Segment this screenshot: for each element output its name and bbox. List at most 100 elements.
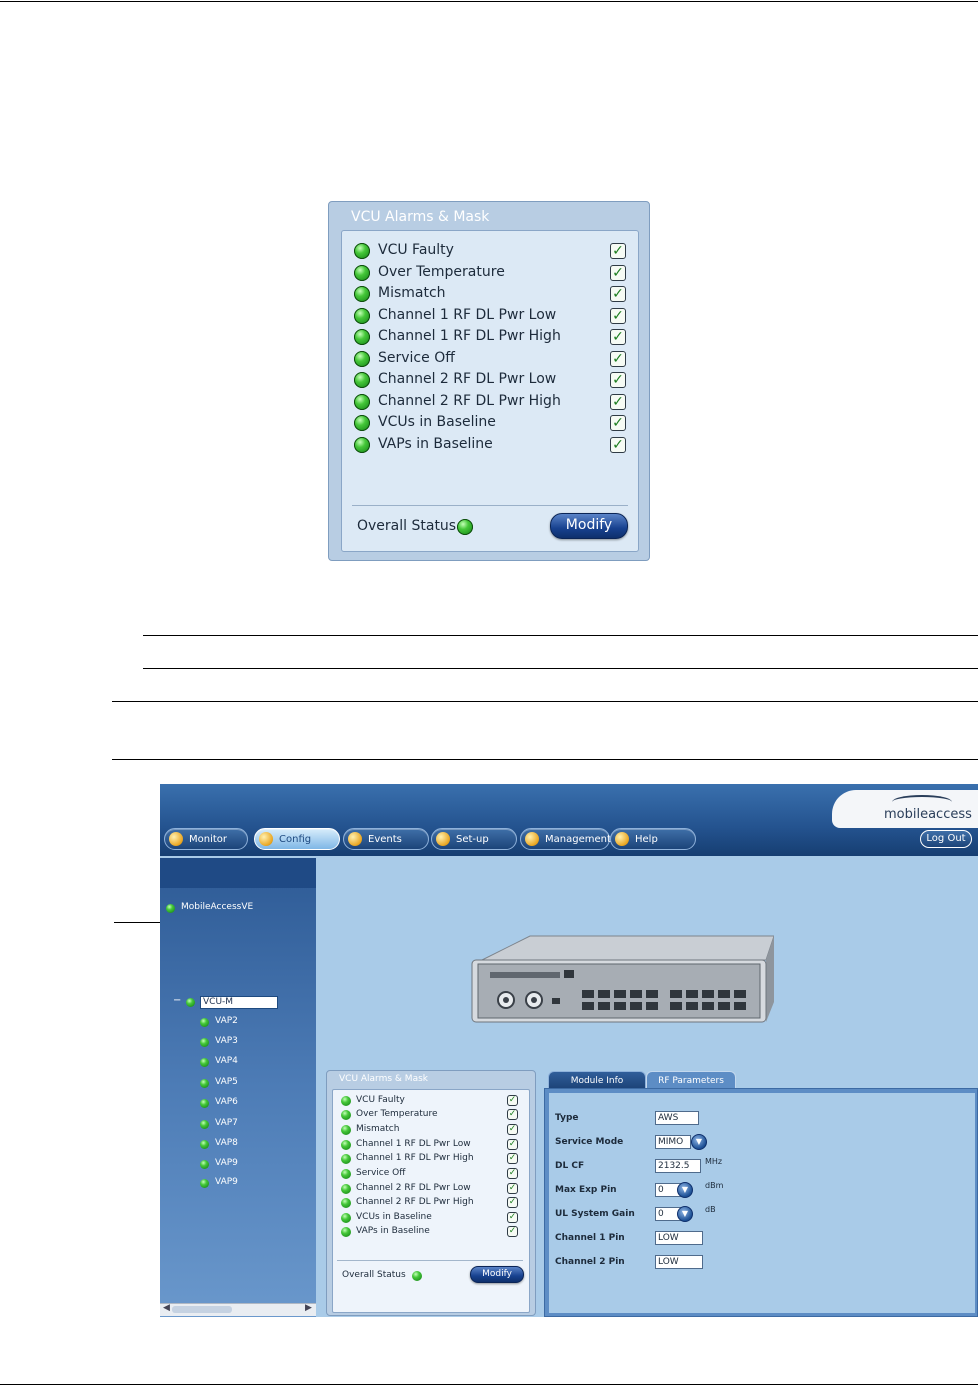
mask-checkbox[interactable]: ✓ bbox=[507, 1183, 518, 1194]
channel-1-pin-label: Channel 1 Pin bbox=[555, 1233, 625, 1243]
status-led-icon bbox=[200, 1018, 209, 1027]
alarm-row: Mismatch ✓ bbox=[354, 284, 626, 304]
chevron-down-icon[interactable]: ▼ bbox=[691, 1134, 707, 1150]
status-led-icon bbox=[200, 1099, 209, 1108]
alarm-list: VCU Faulty ✓ Over Temperature ✓ Mismatch… bbox=[341, 230, 639, 552]
status-led-icon bbox=[354, 265, 370, 281]
alarm-row: Channel 2 RF DL Pwr Low ✓ bbox=[354, 370, 626, 390]
tree-label: VCU-M bbox=[203, 997, 234, 1007]
mask-checkbox[interactable]: ✓ bbox=[507, 1153, 518, 1164]
mask-checkbox[interactable]: ✓ bbox=[507, 1168, 518, 1179]
management-icon bbox=[525, 832, 539, 846]
tab-rf-parameters[interactable]: RF Parameters bbox=[646, 1071, 736, 1089]
status-led-icon bbox=[354, 243, 370, 259]
status-led-icon bbox=[200, 1179, 209, 1188]
mask-checkbox[interactable]: ✓ bbox=[507, 1095, 518, 1106]
mask-checkbox[interactable]: ✓ bbox=[507, 1212, 518, 1223]
tree-label: VAP4 bbox=[215, 1056, 238, 1066]
tab-label: Config bbox=[279, 834, 312, 845]
setup-tools-icon bbox=[436, 832, 450, 846]
dl-cf-field[interactable]: 2132.5 bbox=[655, 1159, 701, 1173]
status-led-icon bbox=[354, 308, 370, 324]
collapse-icon[interactable]: − bbox=[173, 996, 181, 1006]
service-mode-select[interactable]: MIMO bbox=[655, 1135, 691, 1149]
tree-label: VAP7 bbox=[215, 1118, 238, 1128]
channel-2-pin-field[interactable]: LOW bbox=[655, 1255, 703, 1269]
mask-checkbox[interactable]: ✓ bbox=[610, 394, 626, 410]
alarm-row: Service Off ✓ bbox=[341, 1167, 521, 1181]
sidebar-tree: MobileAccessVE − VCU-M VAP2 VAP3 VAP4 VA… bbox=[160, 858, 316, 1317]
alarm-label: Channel 2 RF DL Pwr Low bbox=[378, 371, 557, 387]
tab-setup[interactable]: Set-up bbox=[431, 828, 517, 850]
channel-1-pin-field[interactable]: LOW bbox=[655, 1231, 703, 1245]
status-led-icon bbox=[341, 1125, 351, 1135]
status-led-icon bbox=[354, 415, 370, 431]
alarm-row: VAPs in Baseline ✓ bbox=[354, 435, 626, 455]
alarm-label: VAPs in Baseline bbox=[356, 1226, 430, 1236]
alarm-row: VCUs in Baseline ✓ bbox=[354, 413, 626, 433]
wrench-icon bbox=[259, 832, 273, 846]
mask-checkbox[interactable]: ✓ bbox=[610, 329, 626, 345]
alarm-row: VAPs in Baseline ✓ bbox=[341, 1225, 521, 1239]
mask-checkbox[interactable]: ✓ bbox=[610, 351, 626, 367]
tab-label: Events bbox=[368, 834, 402, 845]
mask-checkbox[interactable]: ✓ bbox=[507, 1109, 518, 1120]
mask-checkbox[interactable]: ✓ bbox=[610, 308, 626, 324]
mask-checkbox[interactable]: ✓ bbox=[610, 415, 626, 431]
mask-checkbox[interactable]: ✓ bbox=[610, 437, 626, 453]
tree-item-vcu-m[interactable]: VCU-M bbox=[200, 996, 278, 1009]
logout-button[interactable]: Log Out bbox=[920, 830, 972, 848]
status-led-icon bbox=[186, 998, 195, 1007]
mask-checkbox[interactable]: ✓ bbox=[610, 265, 626, 281]
sidebar-scrollbar[interactable]: ◀ ▶ bbox=[160, 1303, 316, 1316]
alarm-row: Channel 1 RF DL Pwr High ✓ bbox=[354, 327, 626, 347]
alarm-label: Over Temperature bbox=[378, 264, 505, 280]
scroll-right-icon[interactable]: ▶ bbox=[305, 1303, 312, 1313]
chevron-down-icon[interactable]: ▼ bbox=[677, 1182, 693, 1198]
tab-help[interactable]: Help bbox=[610, 828, 696, 850]
note-rule-bottom bbox=[143, 668, 978, 669]
status-led-icon bbox=[354, 286, 370, 302]
tab-module-info[interactable]: Module Info bbox=[548, 1071, 646, 1089]
mobileaccess-logo: mobileaccess bbox=[832, 790, 978, 828]
mask-checkbox[interactable]: ✓ bbox=[610, 243, 626, 259]
status-led-icon bbox=[354, 351, 370, 367]
app-header: mobileaccess Monitor Config Events Set-u… bbox=[160, 784, 978, 856]
tab-monitor[interactable]: Monitor bbox=[164, 828, 248, 850]
modify-button[interactable]: Modify bbox=[470, 1266, 524, 1283]
tree-label: MobileAccessVE bbox=[181, 902, 254, 912]
vcu-alarms-panel: VCU Alarms & Mask VCU Faulty ✓ Over Temp… bbox=[328, 201, 650, 561]
tab-management[interactable]: Management bbox=[520, 828, 611, 850]
alarm-label: Channel 1 RF DL Pwr High bbox=[378, 328, 561, 344]
type-field[interactable]: AWS bbox=[655, 1111, 699, 1125]
mask-checkbox[interactable]: ✓ bbox=[610, 286, 626, 302]
mask-checkbox[interactable]: ✓ bbox=[507, 1226, 518, 1237]
tab-config[interactable]: Config bbox=[254, 828, 340, 850]
modify-button[interactable]: Modify bbox=[550, 513, 628, 539]
status-led-icon bbox=[341, 1169, 351, 1179]
mask-checkbox[interactable]: ✓ bbox=[507, 1124, 518, 1135]
status-led-icon bbox=[200, 1058, 209, 1067]
mask-checkbox[interactable]: ✓ bbox=[610, 372, 626, 388]
monitor-icon bbox=[169, 832, 183, 846]
status-led-icon bbox=[166, 904, 175, 913]
status-led-icon bbox=[341, 1110, 351, 1120]
alarm-row: VCUs in Baseline ✓ bbox=[341, 1211, 521, 1225]
tab-label: Set-up bbox=[456, 834, 489, 845]
tab-events[interactable]: Events bbox=[343, 828, 429, 850]
dl-cf-unit: MHz bbox=[705, 1157, 723, 1166]
channel-2-pin-label: Channel 2 Pin bbox=[555, 1257, 625, 1267]
mask-checkbox[interactable]: ✓ bbox=[507, 1197, 518, 1208]
scroll-left-icon[interactable]: ◀ bbox=[163, 1303, 170, 1313]
status-led-icon bbox=[341, 1140, 351, 1150]
mask-checkbox[interactable]: ✓ bbox=[507, 1139, 518, 1150]
overall-status-label: Overall Status bbox=[342, 1270, 406, 1280]
status-led-icon bbox=[341, 1213, 351, 1223]
chevron-down-icon[interactable]: ▼ bbox=[677, 1206, 693, 1222]
alarm-label: Mismatch bbox=[378, 285, 446, 301]
scroll-thumb[interactable] bbox=[172, 1306, 232, 1313]
ul-system-gain-unit: dB bbox=[705, 1205, 716, 1214]
tab-label: Management bbox=[545, 834, 611, 845]
alarm-label: Channel 2 RF DL Pwr High bbox=[378, 393, 561, 409]
page-top-rule bbox=[0, 1, 978, 2]
